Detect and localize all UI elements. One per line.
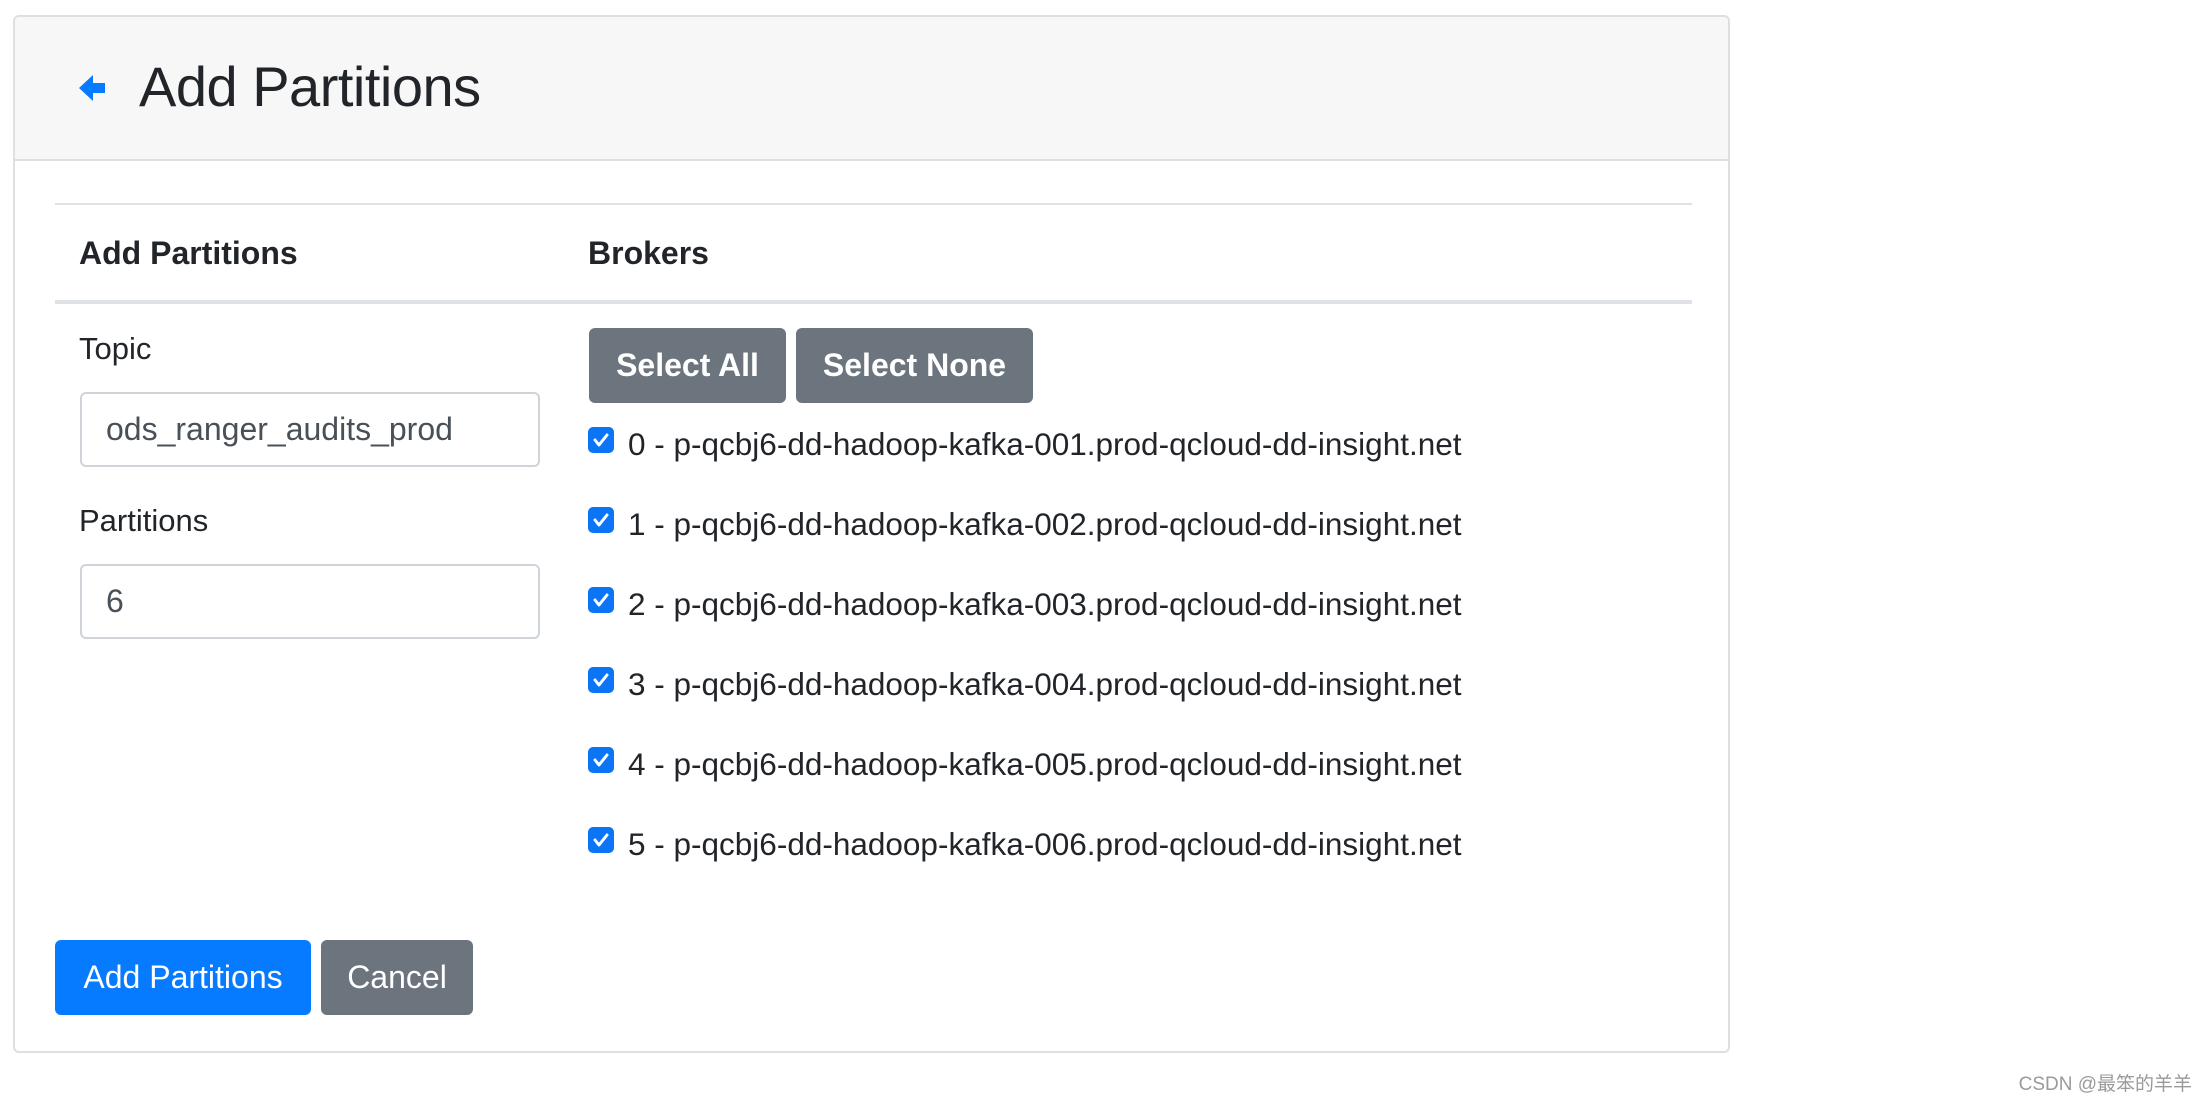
broker-label: 3 - p-qcbj6-dd-hadoop-kafka-004.prod-qcl…: [628, 666, 1462, 702]
broker-checkbox[interactable]: [588, 667, 614, 693]
select-none-button[interactable]: Select None: [796, 328, 1033, 403]
broker-label: 1 - p-qcbj6-dd-hadoop-kafka-002.prod-qcl…: [628, 506, 1462, 542]
add-partitions-card: Add Partitions Add Partitions Brokers To…: [13, 15, 1730, 1053]
broker-item[interactable]: 0 - p-qcbj6-dd-hadoop-kafka-001.prod-qcl…: [588, 424, 1462, 464]
card-header: Add Partitions: [15, 17, 1728, 161]
broker-item[interactable]: 3 - p-qcbj6-dd-hadoop-kafka-004.prod-qcl…: [588, 664, 1462, 704]
broker-checkbox[interactable]: [588, 507, 614, 533]
cancel-button[interactable]: Cancel: [321, 940, 473, 1015]
arrow-left-icon[interactable]: [79, 73, 113, 103]
column-header-brokers: Brokers: [588, 235, 709, 271]
watermark: CSDN @最笨的羊羊: [2018, 1074, 2192, 1095]
broker-item[interactable]: 5 - p-qcbj6-dd-hadoop-kafka-006.prod-qcl…: [588, 824, 1462, 864]
partitions-label: Partitions: [79, 503, 209, 538]
add-partitions-button[interactable]: Add Partitions: [55, 940, 311, 1015]
checkmark-icon: [593, 593, 609, 607]
broker-checkbox[interactable]: [588, 827, 614, 853]
checkmark-icon: [593, 433, 609, 447]
broker-label: 5 - p-qcbj6-dd-hadoop-kafka-006.prod-qcl…: [628, 826, 1462, 862]
broker-item[interactable]: 4 - p-qcbj6-dd-hadoop-kafka-005.prod-qcl…: [588, 744, 1462, 784]
broker-label: 4 - p-qcbj6-dd-hadoop-kafka-005.prod-qcl…: [628, 746, 1462, 782]
table-top-border: [55, 203, 1692, 205]
page-title: Add Partitions: [139, 55, 481, 118]
topic-input[interactable]: [80, 392, 540, 467]
broker-checkbox[interactable]: [588, 747, 614, 773]
topic-label: Topic: [79, 331, 152, 366]
broker-item[interactable]: 1 - p-qcbj6-dd-hadoop-kafka-002.prod-qcl…: [588, 504, 1462, 544]
checkmark-icon: [593, 673, 609, 687]
broker-item[interactable]: 2 - p-qcbj6-dd-hadoop-kafka-003.prod-qcl…: [588, 584, 1462, 624]
checkmark-icon: [593, 833, 609, 847]
broker-label: 2 - p-qcbj6-dd-hadoop-kafka-003.prod-qcl…: [628, 586, 1462, 622]
select-all-button[interactable]: Select All: [589, 328, 786, 403]
checkmark-icon: [593, 513, 609, 527]
partitions-input[interactable]: [80, 564, 540, 639]
checkmark-icon: [593, 753, 609, 767]
table-header-divider: [55, 300, 1692, 304]
broker-label: 0 - p-qcbj6-dd-hadoop-kafka-001.prod-qcl…: [628, 426, 1462, 462]
broker-checkbox[interactable]: [588, 587, 614, 613]
column-header-add-partitions: Add Partitions: [79, 235, 298, 271]
broker-checkbox[interactable]: [588, 427, 614, 453]
